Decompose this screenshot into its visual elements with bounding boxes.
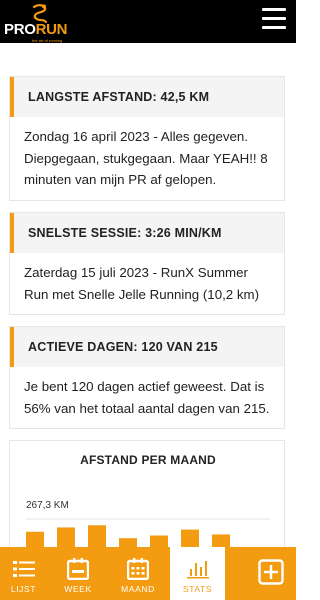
logo-run: RUN [35,21,68,38]
chart-bar[interactable] [150,535,168,547]
nav-item-stats[interactable]: STATS [170,547,225,600]
chart-plot [26,518,270,547]
distance-per-month-chart: AFSTAND PER MAAND 267,3 KM [9,440,285,547]
bottom-nav: LIJST WEEK MAAND STATS [0,547,296,600]
nav-label: WEEK [64,584,92,594]
top-bar: PRORUN the art of running [0,0,296,43]
prorun-logo[interactable]: PRORUN the art of running [4,4,74,43]
menu-icon[interactable] [262,8,286,30]
chart-bar[interactable] [181,529,199,547]
list-icon [11,557,37,581]
stat-card-title: SNELSTE SESSIE: 3:26 MIN/KM [10,213,284,253]
logo-wordmark: PRORUN [4,21,68,38]
stat-card-longest-distance: LANGSTE AFSTAND: 42,5 KM Zondag 16 april… [9,76,285,201]
nav-item-lijst[interactable]: LIJST [0,547,47,600]
nav-item-week[interactable]: WEEK [54,547,102,600]
chart-bar[interactable] [26,531,44,547]
chart-bar[interactable] [88,525,106,547]
add-button[interactable] [248,547,293,600]
nav-label: STATS [182,584,213,594]
calendar-month-icon [125,557,151,581]
chart-bar[interactable] [57,527,75,547]
chart-bar[interactable] [119,538,137,547]
logo-pro: PRO [4,21,36,38]
stats-content: LANGSTE AFSTAND: 42,5 KM Zondag 16 april… [0,43,296,547]
stat-card-title: LANGSTE AFSTAND: 42,5 KM [10,77,284,117]
stat-card-active-days: ACTIEVE DAGEN: 120 VAN 215 Je bent 120 d… [9,326,285,429]
stat-card-title: ACTIEVE DAGEN: 120 VAN 215 [10,327,284,367]
nav-label: LIJST [10,584,37,594]
nav-item-maand[interactable]: MAAND [112,547,164,600]
plus-square-icon [257,559,284,585]
stat-card-text: Zondag 16 april 2023 - Alles gegeven. Di… [24,129,268,187]
stat-card-text: Zaterdag 15 juli 2023 - RunX Summer Run … [24,265,260,302]
calendar-week-icon [65,557,91,581]
bar-chart-icon [185,557,211,581]
stat-card-text: Je bent 120 dagen actief geweest. Dat is… [24,379,270,416]
nav-label: MAAND [121,584,155,594]
stat-card-fastest-session: SNELSTE SESSIE: 3:26 MIN/KM Zaterdag 15 … [9,212,285,315]
chart-bar[interactable] [212,534,230,547]
